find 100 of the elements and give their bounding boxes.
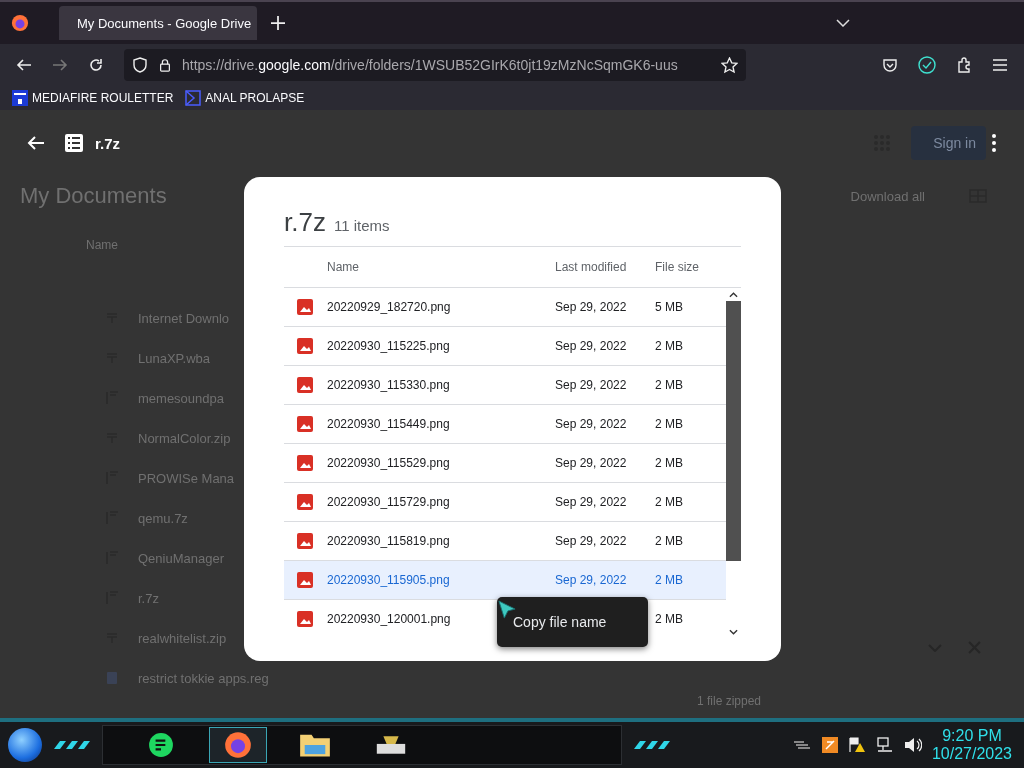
more-vertical-icon[interactable] [992, 134, 996, 152]
modified-date: Sep 29, 2022 [555, 495, 627, 509]
modified-date: Sep 29, 2022 [555, 339, 627, 353]
file-name[interactable]: qemu.7z [138, 510, 188, 526]
url-text: https://drive.google.com/drive/folders/1WSUB52GIrK6t0jt19zMzNcSqmGK6-uus [182, 57, 678, 73]
file-row[interactable]: 20220929_182720.png Sep 29, 2022 5 MB [284, 288, 726, 327]
pocket-icon[interactable] [882, 57, 898, 73]
chevrons-decoration-icon [632, 740, 672, 750]
file-row[interactable]: 20220930_115449.png Sep 29, 2022 2 MB [284, 405, 726, 444]
file-size: 2 MB [655, 534, 683, 548]
file-name: 20220930_115529.png [327, 456, 450, 470]
chat-app-icon [148, 732, 174, 758]
sigma-icon [185, 90, 202, 106]
back-icon[interactable] [16, 57, 32, 73]
network-icon[interactable] [875, 737, 894, 753]
forward-icon[interactable] [52, 57, 68, 73]
file-name: 20220930_115819.png [327, 534, 450, 548]
image-file-icon [297, 533, 313, 549]
file-name: 20220930_115905.png [327, 573, 450, 587]
image-file-icon [297, 416, 313, 432]
column-header: Name [327, 260, 360, 274]
file-name: 20220930_115330.png [327, 378, 450, 392]
page-heading: My Documents [20, 183, 167, 209]
back-arrow-icon[interactable] [27, 134, 45, 152]
image-file-icon [297, 611, 313, 627]
scroll-down-icon[interactable] [729, 629, 738, 635]
file-name[interactable]: restrict tokkie apps.reg [138, 670, 269, 686]
file-row[interactable]: 20220930_115330.png Sep 29, 2022 2 MB [284, 366, 726, 405]
bookmark-favicon-icon [12, 90, 28, 106]
sign-in-button[interactable]: Sign in [911, 126, 986, 160]
download-all-button[interactable]: Download all [844, 187, 931, 205]
menu-icon[interactable] [992, 57, 1008, 73]
file-row[interactable]: 20220930_115225.png Sep 29, 2022 2 MB [284, 327, 726, 366]
puzzle-icon[interactable] [956, 57, 972, 73]
file-row[interactable]: 20220930_115905.png Sep 29, 2022 2 MB [284, 561, 726, 600]
image-file-icon [297, 494, 313, 510]
browser-tab[interactable]: My Documents - Google Drive [59, 6, 257, 40]
file-name[interactable]: NormalColor.zip [138, 430, 231, 446]
clock[interactable]: 9:20 PM 10/27/2023 [931, 727, 1012, 763]
file-name[interactable]: LunaXP.wba [138, 350, 211, 366]
image-file-icon [297, 572, 313, 588]
new-tab-icon[interactable] [271, 16, 285, 30]
file-name[interactable]: Internet Downlo [138, 310, 230, 326]
file-name[interactable]: PROWISe Mana [138, 470, 235, 486]
file-row[interactable]: 20220930_115529.png Sep 29, 2022 2 MB [284, 444, 726, 483]
file-size: 2 MB [655, 417, 683, 431]
star-icon[interactable] [721, 56, 738, 74]
file-name[interactable]: r.7z [138, 590, 159, 606]
file-size: 2 MB [655, 573, 683, 587]
column-header: Last modified [555, 260, 628, 274]
dialog-title: r.7z [284, 207, 326, 238]
file-name: 20220930_120001.png [327, 612, 451, 626]
check-circle-icon[interactable] [918, 56, 936, 74]
clock-time: 9:20 PM [942, 727, 1002, 745]
file-size: 2 MB [655, 612, 683, 626]
file-name: 20220929_182720.png [327, 300, 451, 314]
lock-icon[interactable] [158, 57, 172, 73]
chevrons-decoration-icon [52, 740, 92, 750]
file-name[interactable]: realwhitelist.zip [138, 630, 227, 646]
file-size: 2 MB [655, 339, 683, 353]
viewer-title: r.7z [95, 134, 121, 152]
list-icon [65, 134, 83, 152]
document-icon [106, 671, 118, 685]
modified-date: Sep 29, 2022 [555, 378, 627, 392]
tray-app-icon[interactable] [821, 737, 838, 753]
file-name: 20220930_115225.png [327, 339, 450, 353]
firefox-icon [224, 731, 252, 759]
volume-icon[interactable] [903, 737, 922, 753]
reload-icon[interactable] [88, 57, 104, 73]
modified-date: Sep 29, 2022 [555, 300, 627, 314]
status-text: 1 file zipped [697, 694, 762, 708]
image-file-icon [297, 299, 313, 315]
flag-warning-icon[interactable] [847, 737, 866, 753]
start-button[interactable] [8, 728, 42, 762]
clock-date: 10/27/2023 [931, 745, 1012, 763]
file-name: 20220930_115449.png [327, 417, 450, 431]
column-header: File size [655, 260, 700, 274]
modified-date: Sep 29, 2022 [555, 534, 627, 548]
file-size: 2 MB [655, 495, 683, 509]
scroll-up-icon[interactable] [729, 292, 738, 298]
scrollbar-thumb[interactable] [726, 301, 741, 561]
item-count: 11 items [333, 217, 390, 234]
file-size: 2 MB [655, 378, 683, 392]
shield-icon[interactable] [132, 57, 148, 73]
chevron-down-icon[interactable] [836, 19, 850, 27]
modified-date: Sep 29, 2022 [555, 456, 627, 470]
bookmark-link[interactable]: ANAL PROLAPSE [185, 90, 305, 106]
file-size: 2 MB [655, 456, 683, 470]
image-file-icon [297, 377, 313, 393]
address-bar[interactable]: https://drive.google.com/drive/folders/1WSUB52GIrK6t0jt19zMzNcSqmGK6-uus [124, 49, 746, 81]
image-file-icon [297, 455, 313, 471]
image-file-icon [297, 338, 313, 354]
file-name[interactable]: memesoundpa [138, 390, 224, 406]
firefox-icon[interactable] [11, 14, 29, 32]
show-hidden-icon[interactable] [791, 740, 812, 750]
file-name[interactable]: QeniuManager [138, 550, 224, 566]
modified-date: Sep 29, 2022 [555, 573, 627, 587]
file-row[interactable]: 20220930_115729.png Sep 29, 2022 2 MB [284, 483, 726, 522]
bookmark-link[interactable]: MEDIAFIRE ROULETTER [12, 90, 174, 106]
tooltip-text: Copy file name [513, 614, 607, 630]
